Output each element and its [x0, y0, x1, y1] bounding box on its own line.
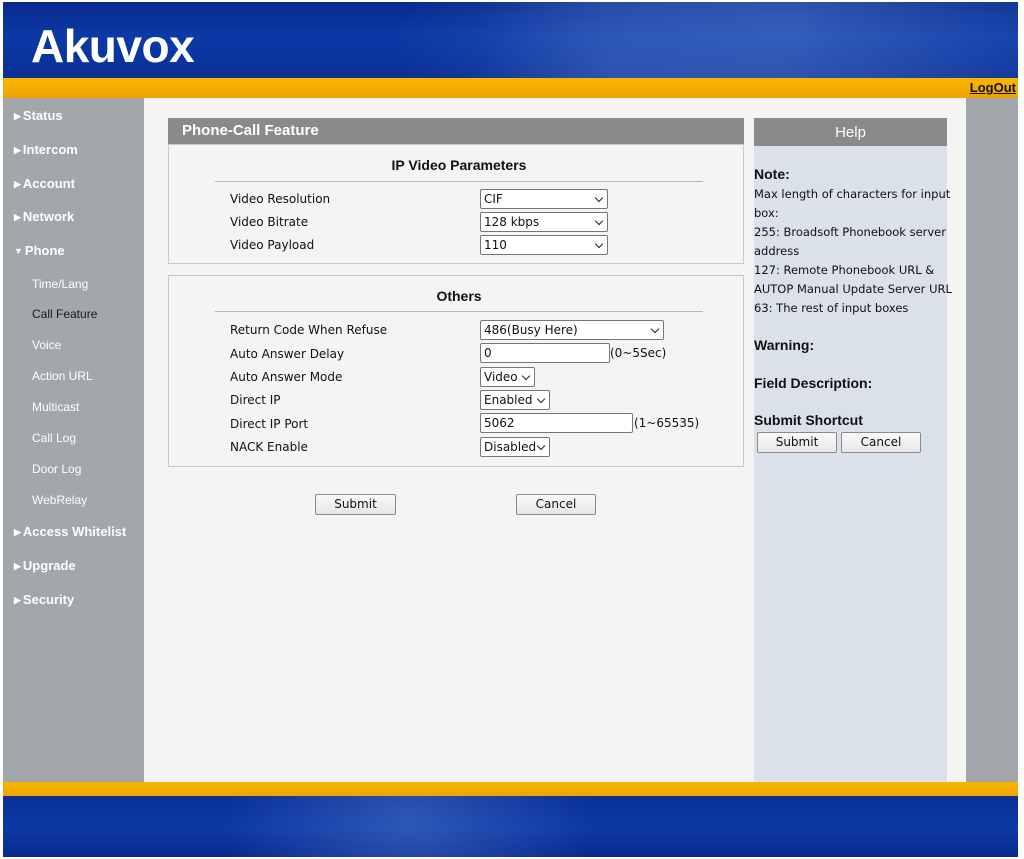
- section-title: Others: [436, 288, 482, 304]
- sidebar-subitem-webrelay[interactable]: WebRelay: [32, 493, 87, 507]
- footer-banner: [3, 796, 1018, 857]
- help-warning-title: Warning:: [754, 337, 815, 353]
- nack-enable-label: NACK Enable: [230, 440, 308, 454]
- video-bitrate-label: Video Bitrate: [230, 215, 309, 229]
- caret-right-icon: ▶: [14, 111, 21, 121]
- sidebar-item-label: Access Whitelist: [22, 524, 127, 539]
- sidebar-item-label: Upgrade: [22, 558, 76, 573]
- sidebar-item-security[interactable]: ▶ Security: [14, 592, 74, 607]
- help-note-line: Max length of characters for input: [754, 187, 951, 201]
- sidebar-subitem-time-lang[interactable]: Time/Lang: [32, 277, 88, 291]
- sidebar-item-label: Status: [22, 108, 63, 123]
- sidebar-subitem-call-log[interactable]: Call Log: [32, 431, 76, 445]
- sidebar-subitem-multicast[interactable]: Multicast: [32, 400, 79, 414]
- video-payload-label: Video Payload: [230, 238, 315, 252]
- direct-ip-port-input[interactable]: 5062: [480, 413, 633, 433]
- video-resolution-label: Video Resolution: [230, 192, 331, 206]
- logout-link[interactable]: LogOut: [970, 80, 1016, 95]
- header-banner: Akuvox: [3, 2, 1018, 78]
- help-note-line: 63: The rest of input boxes: [754, 301, 909, 315]
- section-divider: [215, 181, 703, 182]
- caret-right-icon: ▶: [14, 561, 21, 571]
- nack-enable-select[interactable]: Disabled: [480, 437, 550, 457]
- auto-answer-delay-input[interactable]: 0: [480, 343, 610, 363]
- direct-ip-select[interactable]: Enabled: [480, 390, 550, 410]
- sidebar-item-label: Intercom: [22, 142, 78, 157]
- caret-right-icon: ▶: [14, 145, 21, 155]
- auto-answer-mode-select[interactable]: Video: [480, 367, 535, 387]
- caret-right-icon: ▶: [14, 212, 21, 222]
- help-note-line: box:: [754, 206, 779, 220]
- sidebar-item-label: Network: [22, 209, 75, 224]
- sidebar-item-label: Security: [22, 592, 75, 607]
- help-submit-shortcut-title: Submit Shortcut: [754, 412, 863, 428]
- sidebar-item-account[interactable]: ▶ Account: [14, 176, 75, 191]
- sidebar-item-label: Phone: [24, 243, 65, 258]
- auto-answer-mode-label: Auto Answer Mode: [230, 370, 343, 384]
- direct-ip-port-hint: (1~65535): [634, 416, 700, 430]
- sidebar-item-status[interactable]: ▶ Status: [14, 108, 63, 123]
- help-note-line: 127: Remote Phonebook URL &: [754, 263, 935, 277]
- video-bitrate-select[interactable]: 128 kbps: [480, 212, 608, 232]
- caret-right-icon: ▶: [14, 527, 21, 537]
- caret-right-icon: ▶: [14, 595, 21, 605]
- return-code-select[interactable]: 486(Busy Here): [480, 320, 664, 340]
- sidebar-subitem-door-log[interactable]: Door Log: [32, 462, 81, 476]
- return-code-label: Return Code When Refuse: [230, 323, 388, 337]
- auto-answer-delay-hint: (0~5Sec): [610, 346, 667, 360]
- video-resolution-select[interactable]: CIF: [480, 189, 608, 209]
- auto-answer-delay-label: Auto Answer Delay: [230, 347, 345, 361]
- shortcut-submit-button[interactable]: Submit: [757, 432, 837, 453]
- akuvox-logo: Akuvox: [31, 20, 195, 72]
- sidebar-item-phone[interactable]: ▼ Phone: [14, 243, 65, 258]
- help-note-line: 255: Broadsoft Phonebook server: [754, 225, 946, 239]
- sidebar-item-access-whitelist[interactable]: ▶ Access Whitelist: [14, 524, 126, 539]
- direct-ip-label: Direct IP: [230, 393, 281, 407]
- sidebar-item-label: Account: [22, 176, 75, 191]
- help-note-line: AUTOP Manual Update Server URL: [754, 282, 952, 296]
- right-margin: [966, 98, 1018, 782]
- section-divider: [215, 311, 703, 312]
- caret-down-icon: ▼: [14, 246, 23, 256]
- video-payload-select[interactable]: 110: [480, 235, 608, 255]
- sidebar-subitem-action-url[interactable]: Action URL: [32, 369, 93, 383]
- submit-button[interactable]: Submit: [315, 494, 396, 515]
- help-note-title: Note:: [754, 166, 790, 182]
- page-title: Phone-Call Feature: [168, 118, 744, 144]
- direct-ip-port-label: Direct IP Port: [230, 417, 309, 431]
- footer-gold-bar: [3, 782, 1018, 796]
- sidebar-item-upgrade[interactable]: ▶ Upgrade: [14, 558, 76, 573]
- help-note-line: address: [754, 244, 800, 258]
- caret-right-icon: ▶: [14, 179, 21, 189]
- header-gold-bar: [3, 78, 1018, 98]
- sidebar-item-intercom[interactable]: ▶ Intercom: [14, 142, 78, 157]
- sidebar-subitem-call-feature[interactable]: Call Feature: [32, 307, 97, 321]
- section-title: IP Video Parameters: [391, 157, 527, 173]
- sidebar-item-network[interactable]: ▶ Network: [14, 209, 74, 224]
- shortcut-cancel-button[interactable]: Cancel: [841, 432, 921, 453]
- help-note-text: Max length of characters for input box: …: [754, 185, 952, 318]
- help-header: Help: [754, 118, 947, 146]
- cancel-button[interactable]: Cancel: [516, 494, 596, 515]
- sidebar-subitem-voice[interactable]: Voice: [32, 338, 61, 352]
- help-field-description-title: Field Description:: [754, 375, 873, 391]
